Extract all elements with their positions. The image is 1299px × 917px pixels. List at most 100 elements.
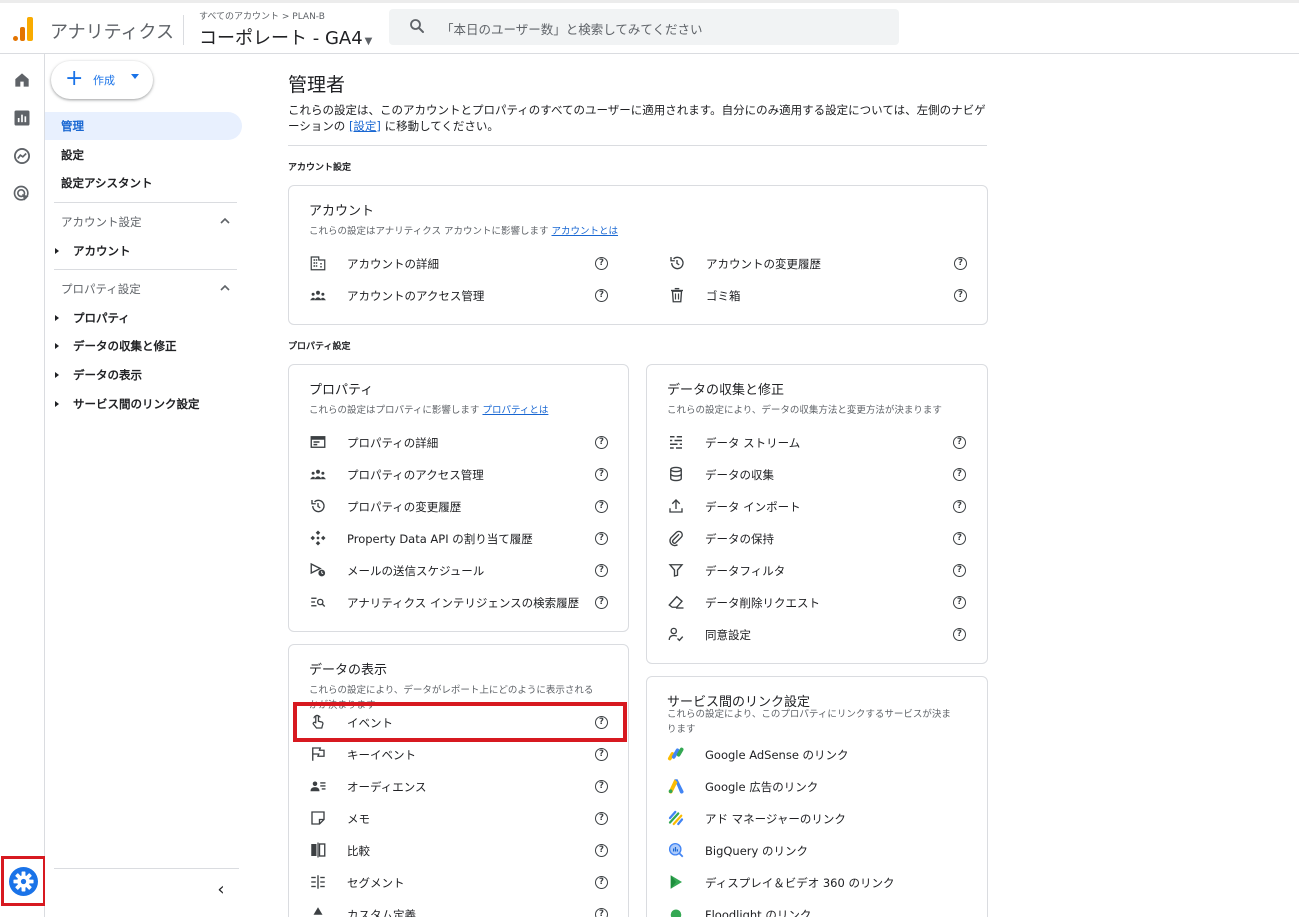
property-access-row[interactable]: プロパティのアクセス管理 ? [309,461,609,487]
admin-nav: + 作成 管理 設定 設定アシスタント アカウント設定 アカウント プロパティ設… [45,54,250,917]
home-icon[interactable] [12,70,32,90]
audiences-row[interactable]: オーディエンス ? [309,773,609,799]
nav-item-account[interactable]: アカウント [55,243,131,259]
bigquery-link-row[interactable]: BigQuery のリンク [667,837,967,863]
help-icon[interactable]: ? [953,500,966,513]
nav-section-property[interactable]: プロパティ設定 [61,281,141,297]
nav-item-settings[interactable]: 設定 [45,141,84,169]
email-schedule-row[interactable]: メールの送信スケジュール ? [309,557,609,583]
data-filters-row[interactable]: データフィルタ ? [667,557,967,583]
dv360-link-row[interactable]: ディスプレイ＆ビデオ 360 のリンク [667,869,967,895]
help-icon[interactable]: ? [595,500,608,513]
help-icon[interactable]: ? [595,844,608,857]
search-bar[interactable]: 「本日のユーザー数」と検索してみてください [389,9,899,45]
help-icon[interactable]: ? [953,532,966,545]
help-icon[interactable]: ? [595,532,608,545]
eraser-icon [668,595,684,609]
nav-item-setup-assistant[interactable]: 設定アシスタント [45,169,153,197]
row-label: BigQuery のリンク [705,844,808,858]
comparisons-row[interactable]: 比較 ? [309,837,609,863]
data-deletion-row[interactable]: データ削除リクエスト ? [667,589,967,615]
history-icon [311,499,325,513]
create-label: 作成 [93,74,115,87]
help-icon[interactable]: ? [595,468,608,481]
account-history-row[interactable]: アカウントの変更履歴 ? [668,250,968,276]
create-button[interactable]: + 作成 [51,61,153,99]
help-icon[interactable]: ? [595,876,608,889]
chevron-up-icon[interactable] [220,216,230,226]
nav-divider [54,202,237,203]
property-history-row[interactable]: プロパティの変更履歴 ? [309,493,609,519]
row-label: セグメント [347,876,405,890]
row-label: Google 広告のリンク [705,780,819,794]
api-icon [310,530,326,546]
notes-row[interactable]: メモ ? [309,805,609,831]
account-details-row[interactable]: アカウントの詳細 ? [309,250,609,276]
floodlight-link-row[interactable]: Floodlight のリンク [667,901,967,917]
help-icon[interactable]: ? [595,564,608,577]
data-retention-row[interactable]: データの保持 ? [667,525,967,551]
help-icon[interactable]: ? [595,780,608,793]
nav-item-data-display[interactable]: データの表示 [55,367,142,383]
account-access-row[interactable]: アカウントのアクセス管理 ? [309,282,609,308]
advertising-icon[interactable] [12,184,32,204]
help-icon[interactable]: ? [953,628,966,641]
ad-manager-link-row[interactable]: アド マネージャーのリンク [667,805,967,831]
caret-down-icon [131,74,139,79]
google-ads-link-row[interactable]: Google 広告のリンク [667,773,967,799]
help-icon[interactable]: ? [595,436,608,449]
data-import-row[interactable]: データ インポート ? [667,493,967,519]
custom-definitions-row[interactable]: カスタム定義 ? [309,901,609,917]
explore-icon[interactable] [12,146,32,166]
main-content: 管理者 これらの設定は、このアカウントとプロパティのすべてのユーザーに適用されま… [250,54,1299,917]
learn-more-link[interactable]: アカウントとは [552,226,619,237]
help-icon[interactable]: ? [954,289,967,302]
help-icon[interactable]: ? [595,289,608,302]
property-details-row[interactable]: プロパティの詳細 ? [309,429,609,455]
admin-highlight-box[interactable] [1,856,46,906]
display-video-360-icon [670,875,682,889]
segments-row[interactable]: セグメント ? [309,869,609,895]
account-card: アカウント これらの設定はアナリティクス アカウントに影響します アカウントとは… [288,185,988,325]
nav-item-property[interactable]: プロパティ [55,310,130,326]
chevron-up-icon[interactable] [220,283,230,293]
api-quota-row[interactable]: Property Data API の割り当て履歴 ? [309,525,609,551]
analytics-logo-icon[interactable] [12,17,34,41]
reports-icon[interactable] [12,108,32,128]
help-icon[interactable]: ? [953,468,966,481]
help-icon[interactable]: ? [595,812,608,825]
learn-more-link[interactable]: プロパティとは [482,405,548,416]
help-icon[interactable]: ? [595,748,608,761]
nav-item-admin[interactable]: 管理 [45,112,242,140]
data-collection-row[interactable]: データの収集 ? [667,461,967,487]
streams-icon [670,436,682,449]
help-icon[interactable]: ? [595,596,608,609]
property-selector[interactable]: コーポレート - GA4 ▼ [199,24,372,50]
key-events-row[interactable]: キーイベント ? [309,741,609,767]
trash-row[interactable]: ゴミ箱 ? [668,282,968,308]
database-icon [670,466,682,482]
search-history-row[interactable]: アナリティクス インテリジェンスの検索履歴 ? [309,589,609,615]
nav-item-product-links[interactable]: サービス間のリンク設定 [55,396,200,412]
settings-link[interactable]: [設定] [349,119,381,133]
desc-text: これらの設定はプロパティに影響します [309,405,483,416]
segment-icon [311,875,325,889]
consent-settings-row[interactable]: 同意設定 ? [667,621,967,647]
gear-icon[interactable] [9,867,38,896]
row-label: プロパティの詳細 [347,436,439,450]
account-breadcrumb[interactable]: すべてのアカウント > PLAN-B [199,9,325,22]
help-icon[interactable]: ? [954,257,967,270]
nav-item-label: サービス間のリンク設定 [73,397,200,411]
adsense-link-row[interactable]: Google AdSense のリンク [667,741,967,767]
nav-item-data-collection[interactable]: データの収集と修正 [55,338,177,354]
help-icon[interactable]: ? [595,257,608,270]
row-label: アナリティクス インテリジェンスの検索履歴 [347,596,580,610]
data-streams-row[interactable]: データ ストリーム ? [667,429,967,455]
row-label: データ ストリーム [705,436,801,450]
help-icon[interactable]: ? [953,596,966,609]
help-icon[interactable]: ? [595,908,608,917]
help-icon[interactable]: ? [953,436,966,449]
nav-section-account[interactable]: アカウント設定 [61,214,142,230]
collapse-nav-chevron-left-icon[interactable]: ‹ [211,878,231,902]
help-icon[interactable]: ? [953,564,966,577]
